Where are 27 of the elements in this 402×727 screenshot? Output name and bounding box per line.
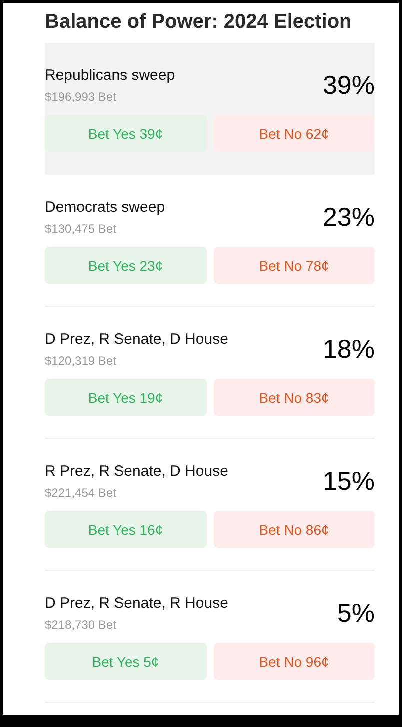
market-name: Democrats sweep bbox=[45, 199, 166, 216]
bet-yes-button[interactable]: Bet Yes 5¢ bbox=[45, 643, 206, 680]
chance-percent: 15% bbox=[322, 466, 375, 497]
bet-volume: $196,993 Bet bbox=[45, 90, 118, 104]
bet-no-button[interactable]: Bet No 83¢ bbox=[214, 379, 375, 416]
market-name: Republicans sweep bbox=[45, 67, 176, 84]
page-title: Balance of Power: 2024 Election bbox=[45, 10, 353, 34]
market-card[interactable]: Republicans sweep $196,993 Bet 39% Bet Yes 39¢ Bet No 62¢ bbox=[45, 43, 375, 175]
chance-percent: 23% bbox=[322, 202, 375, 233]
bet-no-button[interactable]: Bet No 86¢ bbox=[214, 511, 375, 548]
bet-yes-button[interactable]: Bet Yes 16¢ bbox=[45, 511, 206, 548]
chance-percent: 18% bbox=[322, 334, 375, 365]
bet-yes-button[interactable]: Bet Yes 23¢ bbox=[45, 247, 206, 284]
bet-volume: $218,730 Bet bbox=[45, 618, 118, 632]
market-name: D Prez, R Senate, R House bbox=[45, 595, 228, 612]
bet-volume: $120,319 Bet bbox=[45, 354, 118, 368]
bet-no-button[interactable]: Bet No 96¢ bbox=[214, 643, 375, 680]
bet-yes-button[interactable]: Bet Yes 19¢ bbox=[45, 379, 206, 416]
bet-no-button[interactable]: Bet No 62¢ bbox=[214, 115, 375, 152]
bet-volume: $130,475 Bet bbox=[45, 222, 118, 236]
bet-no-button[interactable]: Bet No 78¢ bbox=[214, 247, 375, 284]
bet-volume: $221,454 Bet bbox=[45, 486, 118, 500]
bet-yes-button[interactable]: Bet Yes 39¢ bbox=[45, 115, 206, 152]
chance-percent: 5% bbox=[337, 598, 375, 629]
market-name: D Prez, R Senate, D House bbox=[45, 331, 228, 348]
chance-percent: 39% bbox=[322, 70, 375, 101]
market-name: R Prez, R Senate, D House bbox=[45, 463, 228, 480]
